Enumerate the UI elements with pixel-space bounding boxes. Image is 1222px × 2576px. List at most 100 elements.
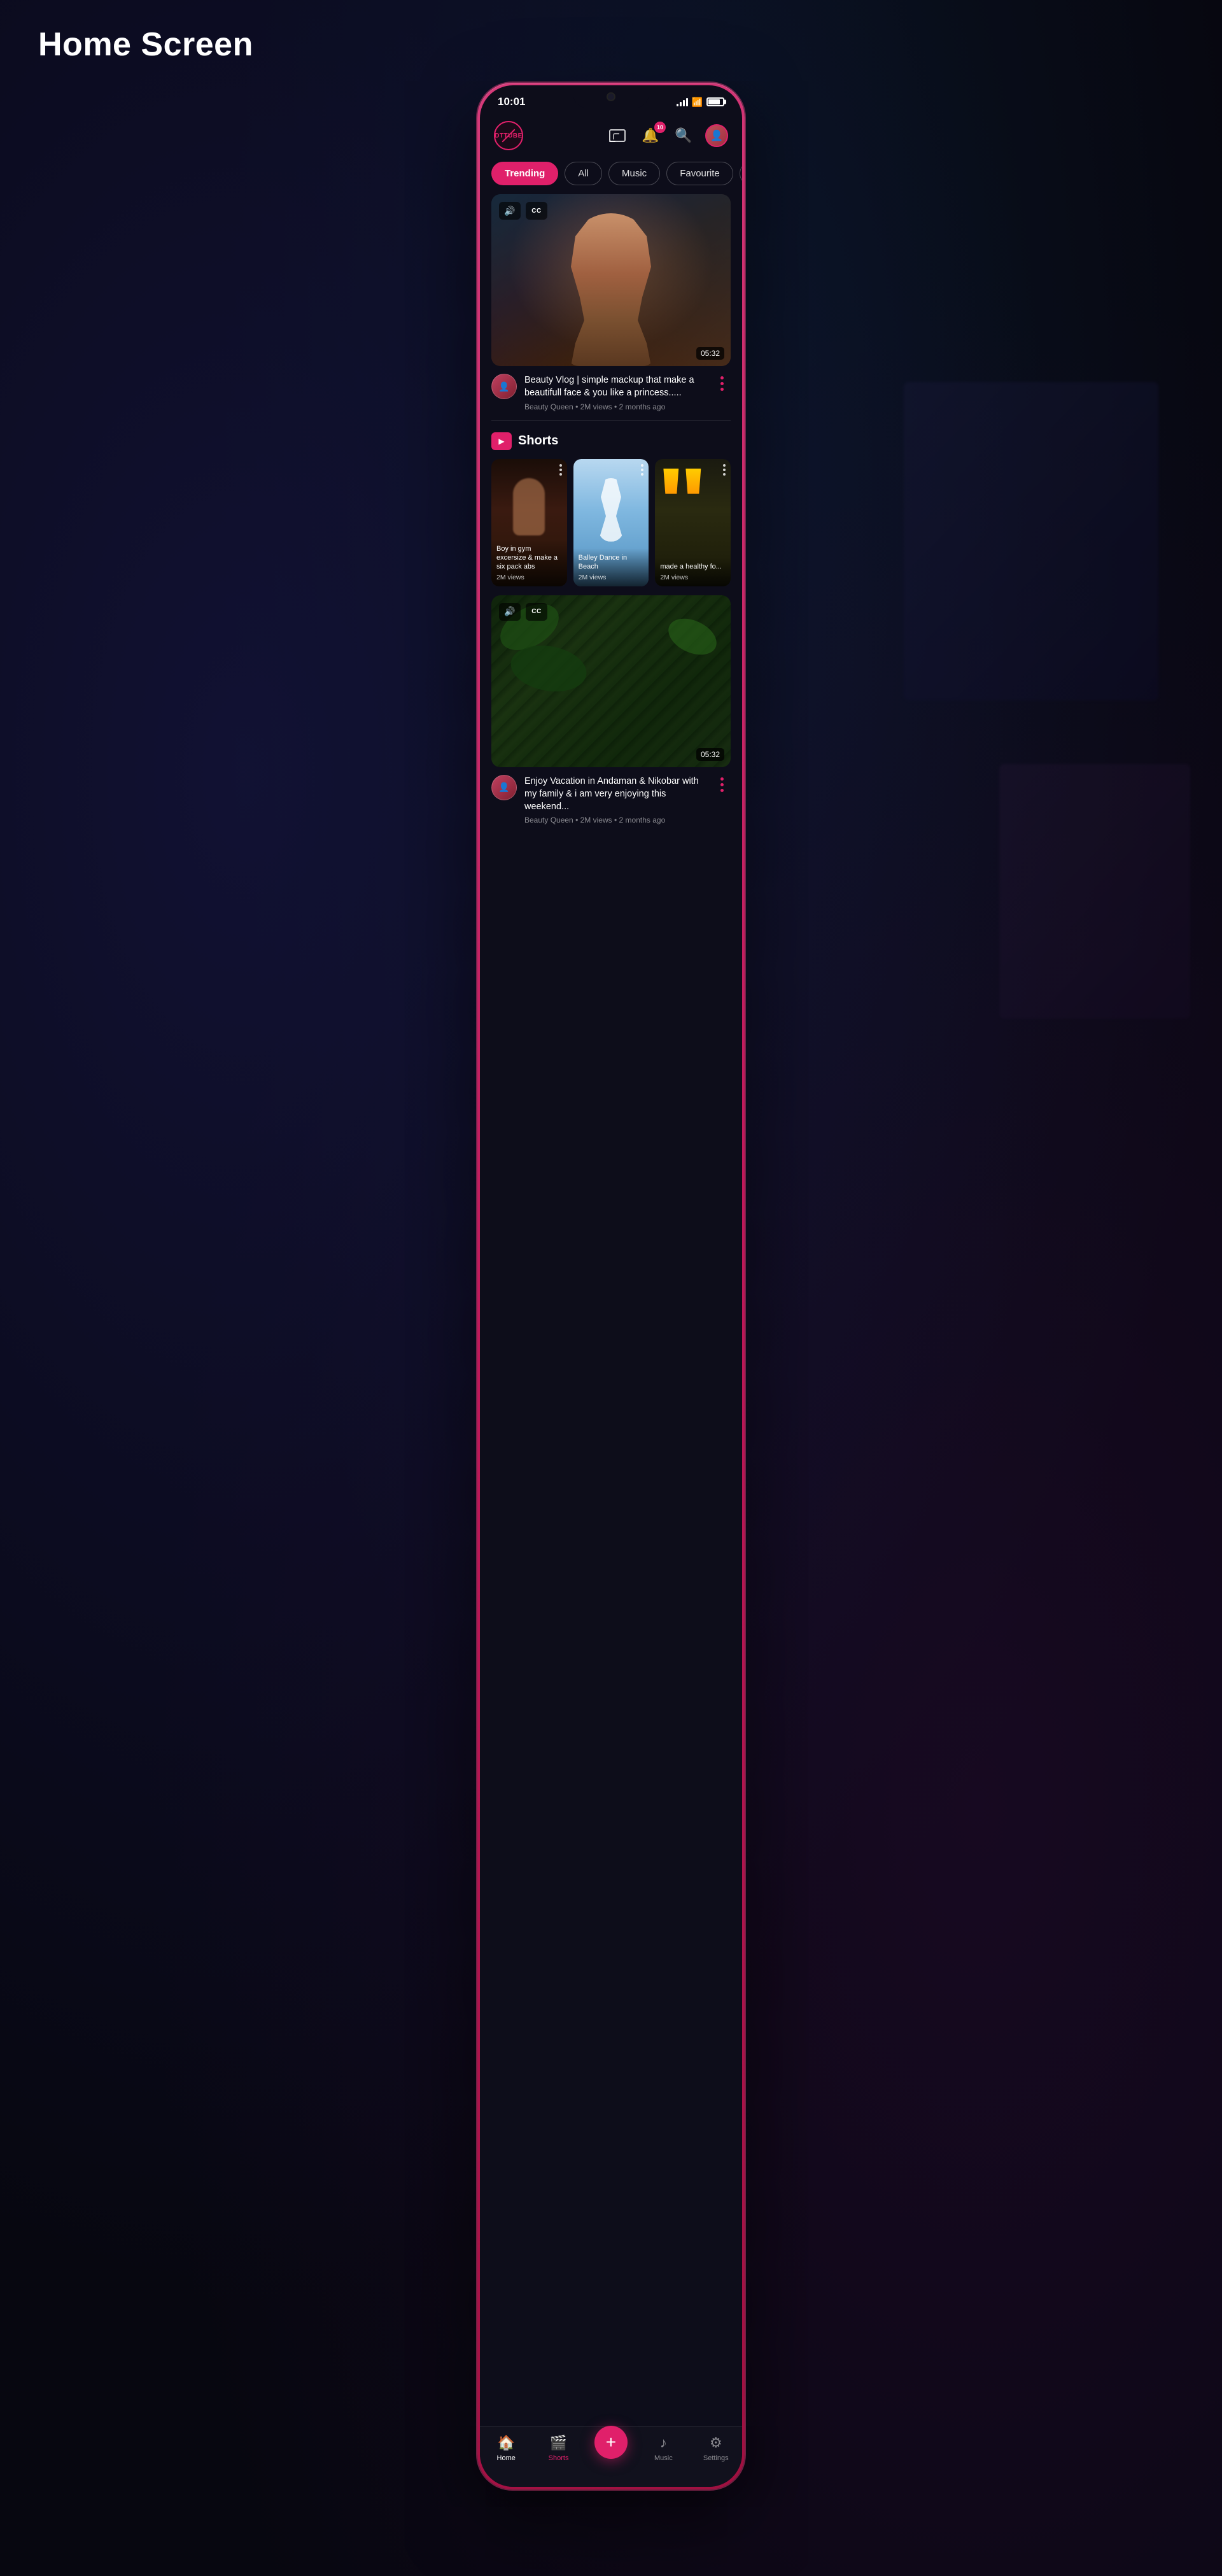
short-views-1: 2M views (496, 574, 562, 581)
tab-music[interactable]: Music (608, 162, 660, 185)
gym-figure (513, 478, 545, 535)
more-dot (720, 783, 724, 786)
tab-fa[interactable]: Fa... (740, 162, 742, 185)
battery-icon (706, 97, 724, 106)
more-dot (720, 388, 724, 391)
bottom-nav: 🏠 Home 🎬 Shorts + ♪ Music ⚙ Settings (480, 2426, 742, 2487)
tab-all[interactable]: All (565, 162, 602, 185)
search-button[interactable]: 🔍 (672, 124, 695, 147)
short-info-2: Balley Dance in Beach 2M views (573, 548, 649, 586)
nav-add[interactable]: + (593, 2435, 628, 2459)
video-sub-1: Beauty Queen • 2M views • 2 months ago (524, 402, 705, 411)
short-card-3[interactable]: made a healthy fo... 2M views (655, 459, 731, 586)
notification-button[interactable]: 🔔 10 (639, 124, 662, 147)
video-views-2: 2M views (580, 816, 612, 824)
shorts-title: Shorts (518, 434, 558, 448)
short-more-1[interactable] (559, 464, 562, 476)
video-title-1: Beauty Vlog | simple mackup that make a … (524, 374, 705, 400)
video-controls-2: 🔊 CC (499, 603, 547, 621)
section-divider (491, 420, 731, 421)
wifi-icon: 📶 (692, 97, 703, 108)
phone-mockup: 10:01 📶 DTTUBE (477, 83, 745, 2489)
profile-button[interactable]: 👤 (705, 124, 728, 147)
phone-notch (573, 85, 649, 108)
short-thumb-food: made a healthy fo... 2M views (655, 459, 731, 586)
dance-figure (598, 478, 624, 542)
logo-badge: DTTUBE (494, 121, 523, 150)
home-icon: 🏠 (497, 2435, 514, 2451)
logo-area[interactable]: DTTUBE (494, 121, 523, 150)
video-meta-2: Enjoy Vacation in Andaman & Nikobar with… (524, 775, 705, 825)
music-icon: ♪ (660, 2435, 667, 2451)
short-info-1: Boy in gym excersize & make a six pack a… (491, 539, 567, 586)
short-title-2: Balley Dance in Beach (579, 553, 644, 572)
channel-name-2: Beauty Queen (524, 816, 573, 824)
volume-button-2[interactable]: 🔊 (499, 603, 521, 621)
video-controls: 🔊 CC (499, 202, 547, 220)
volume-button[interactable]: 🔊 (499, 202, 521, 220)
video-time-2: 2 months ago (619, 816, 666, 824)
status-time: 10:01 (498, 96, 525, 108)
video-duration-2: 05:32 (696, 748, 724, 761)
shorts-header: Shorts (491, 432, 731, 450)
video-info-1: 👤 Beauty Vlog | simple mackup that make … (491, 366, 731, 414)
short-more-3[interactable] (723, 464, 726, 476)
short-title-3: made a healthy fo... (660, 562, 726, 571)
thumb-nature-bg (491, 595, 731, 767)
video-title-2: Enjoy Vacation in Andaman & Nikobar with… (524, 775, 705, 814)
bottom-spacer (480, 833, 742, 903)
video-card-1[interactable]: 🔊 CC 05:32 👤 Beauty Vlog | simple mackup… (491, 194, 731, 414)
search-icon: 🔍 (675, 127, 692, 144)
short-more-2[interactable] (641, 464, 643, 476)
nav-settings[interactable]: ⚙ Settings (698, 2435, 733, 2462)
leaf-decoration-2 (663, 611, 722, 662)
short-views-2: 2M views (579, 574, 644, 581)
tab-favourite[interactable]: Favourite (666, 162, 733, 185)
page-title: Home Screen (38, 25, 253, 64)
nav-music[interactable]: ♪ Music (646, 2435, 681, 2462)
nav-home[interactable]: 🏠 Home (489, 2435, 524, 2462)
cc-button[interactable]: CC (526, 202, 547, 220)
logo-text: DTTUBE (495, 132, 523, 139)
thumb-beauty-bg (491, 194, 731, 366)
more-dot (720, 382, 724, 385)
short-title-1: Boy in gym excersize & make a six pack a… (496, 544, 562, 572)
shorts-grid: Boy in gym excersize & make a six pack a… (491, 459, 731, 586)
nav-shorts[interactable]: 🎬 Shorts (541, 2435, 576, 2462)
shorts-nav-icon: 🎬 (550, 2435, 567, 2451)
video-views-1: 2M views (580, 402, 612, 411)
more-dot (720, 789, 724, 792)
channel-avatar-2[interactable]: 👤 (491, 775, 517, 800)
video-thumbnail-2: 🔊 CC 05:32 (491, 595, 731, 767)
short-card-2[interactable]: Balley Dance in Beach 2M views (573, 459, 649, 586)
more-dot (720, 777, 724, 781)
short-thumb-gym: Boy in gym excersize & make a six pack a… (491, 459, 567, 586)
add-button[interactable]: + (594, 2426, 628, 2459)
short-thumb-dance: Balley Dance in Beach 2M views (573, 459, 649, 586)
video-card-2[interactable]: 🔊 CC 05:32 👤 Enjoy Vacation in Andaman &… (491, 595, 731, 828)
video-time-1: 2 months ago (619, 402, 666, 411)
scroll-content[interactable]: 10:01 📶 DTTUBE (480, 85, 742, 2426)
video-duration-1: 05:32 (696, 347, 724, 360)
short-views-3: 2M views (660, 574, 726, 581)
tab-trending[interactable]: Trending (491, 162, 558, 185)
user-avatar: 👤 (705, 124, 728, 147)
shorts-icon (491, 432, 512, 450)
food-items (661, 469, 724, 494)
top-navbar: DTTUBE 🔔 10 🔍 (480, 113, 742, 155)
cast-button[interactable] (606, 124, 629, 147)
more-options-1[interactable] (713, 374, 731, 391)
juice-glass-1 (661, 469, 680, 494)
video-info-2: 👤 Enjoy Vacation in Andaman & Nikobar wi… (491, 767, 731, 828)
phone-screen: 10:01 📶 DTTUBE (480, 85, 742, 2487)
nav-music-label: Music (654, 2454, 673, 2462)
settings-icon: ⚙ (710, 2435, 722, 2451)
short-card-1[interactable]: Boy in gym excersize & make a six pack a… (491, 459, 567, 586)
more-dot (720, 376, 724, 379)
filter-tabs: Trending All Music Favourite Fa... (480, 155, 742, 194)
short-info-3: made a healthy fo... 2M views (655, 557, 731, 586)
front-camera (607, 92, 615, 101)
more-options-2[interactable] (713, 775, 731, 792)
channel-avatar-1[interactable]: 👤 (491, 374, 517, 399)
cc-button-2[interactable]: CC (526, 603, 547, 621)
